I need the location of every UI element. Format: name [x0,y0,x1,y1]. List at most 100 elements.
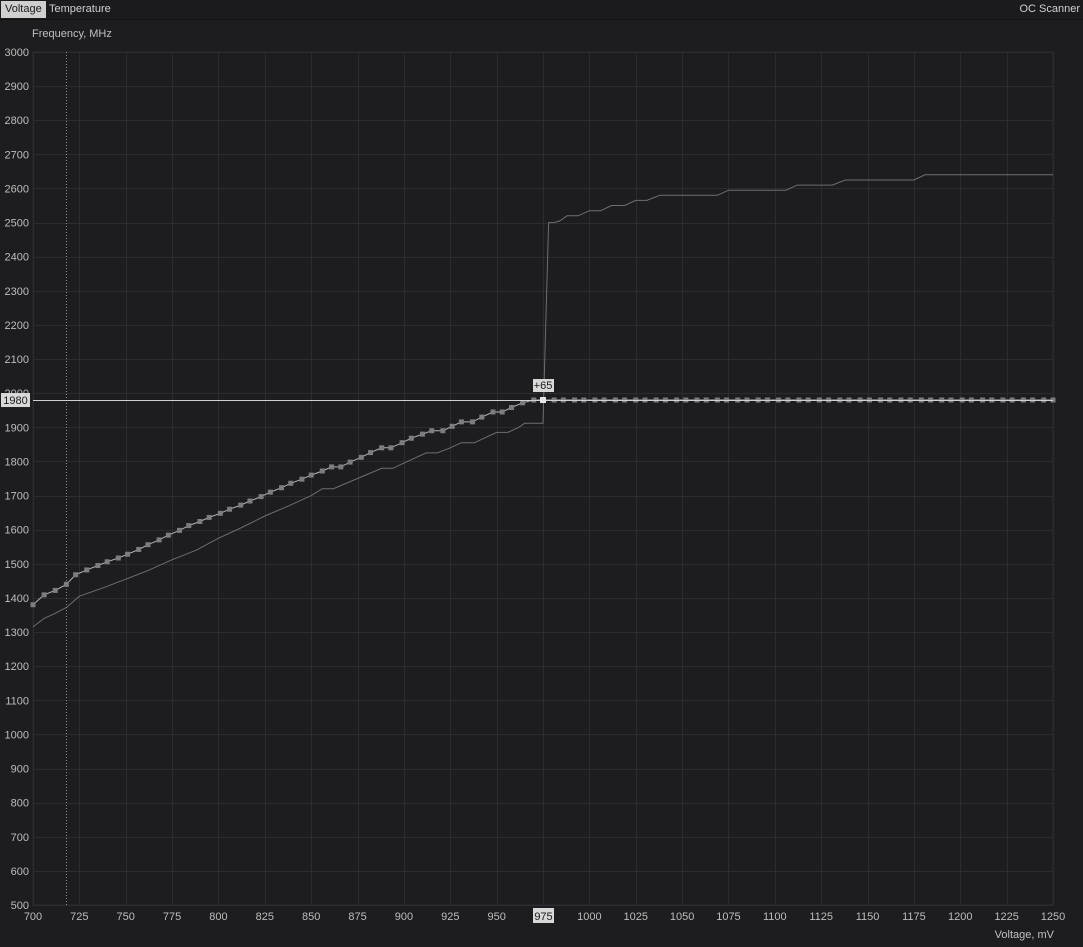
voltage-frequency-curve-chart[interactable]: 5006007008009001000110012001300140015001… [0,0,1083,947]
curve-point [429,428,435,434]
x-tick-label: 1000 [577,911,601,923]
curve-point [308,472,314,478]
curve-point [30,602,36,608]
x-tick-label: 875 [348,911,366,923]
curve-point [258,494,264,500]
x-tick-label: 900 [395,911,413,923]
curve-point [458,419,464,425]
curve-point [499,409,505,415]
x-tick-label: 1075 [716,911,740,923]
curve-point [156,537,162,543]
curve-point [186,523,192,529]
curve-point [358,454,364,460]
selected-voltage-label: 975 [534,911,552,923]
y-tick-label: 2200 [5,320,29,332]
selection-overlay: +65 1980 975 [1,52,1053,923]
y-tick-label: 600 [11,866,29,878]
curve-point [479,414,485,420]
curve-point [206,514,212,520]
y-tick-label: 900 [11,764,29,776]
curve-point [165,532,171,538]
x-tick-label: 1025 [623,911,647,923]
x-tick-label: 725 [70,911,88,923]
x-tick-label: 825 [256,911,274,923]
curve-point [104,559,110,565]
y-tick-label: 700 [11,832,29,844]
y-tick-label: 1000 [5,729,29,741]
curve-point [217,510,223,516]
curve-point [227,506,233,512]
y-tick-label: 1700 [5,491,29,503]
curve-point [115,555,121,561]
x-tick-label: 1150 [856,911,880,923]
curve-point [177,527,183,533]
x-tick-label: 1250 [1041,911,1065,923]
x-tick-label: 1125 [809,911,833,923]
x-tick-label: 1200 [948,911,972,923]
x-tick-label: 775 [163,911,181,923]
x-tick-label: 1100 [763,911,787,923]
curve-point [267,489,273,495]
curve-point [470,419,476,425]
x-tick-label: 750 [117,911,135,923]
curve-point [379,445,385,451]
curve-point [347,459,353,465]
y-tick-label: 1400 [5,593,29,605]
y-tick-label: 1500 [5,559,29,571]
curve-point [408,435,414,441]
y-tick-label: 2500 [5,218,29,230]
x-tick-label: 1050 [670,911,694,923]
curve-point [197,518,203,524]
y-tick-label: 2700 [5,149,29,161]
y-tick-label: 2400 [5,252,29,264]
y-tick-label: 1900 [5,422,29,434]
curve-point [41,592,47,598]
y-tick-label: 2800 [5,115,29,127]
curve-point [368,450,374,456]
curve-point [388,445,394,451]
y-tick-label: 800 [11,798,29,810]
curve-point [84,567,90,573]
y-tick-label: 1200 [5,661,29,673]
x-tick-label: 1225 [994,911,1018,923]
curve-point [288,480,294,486]
selected-curve-point [540,397,546,404]
curve-point [508,405,514,411]
curve-point [52,587,58,593]
curve-point [279,485,285,491]
y-tick-label: 1800 [5,456,29,468]
curve-point [449,423,455,429]
curve-point [73,572,79,578]
curve-point [145,542,151,548]
curve-point [329,464,335,470]
x-tick-label: 700 [24,911,42,923]
x-tick-label: 950 [487,911,505,923]
x-tick-label: 850 [302,911,320,923]
x-tick-label: 925 [441,911,459,923]
y-axis-ticks: 5006007008009001000110012001300140015001… [5,47,29,912]
y-tick-label: 2900 [5,81,29,93]
x-tick-label: 800 [209,911,227,923]
curve-point [399,440,405,446]
x-tick-label: 1175 [902,911,926,923]
offset-label: +65 [534,380,553,392]
curve-point [125,551,131,557]
curve-point [490,409,496,415]
y-tick-label: 1600 [5,525,29,537]
curve-point [247,498,253,504]
curve-point [95,563,101,569]
curve-point [136,546,142,552]
curve-point [238,502,244,508]
y-tick-label: 2300 [5,286,29,298]
y-tick-label: 3000 [5,47,29,59]
y-tick-label: 1100 [5,695,29,707]
curve-point [520,400,526,406]
selected-frequency-label: 1980 [3,395,27,407]
curve-point [440,428,446,434]
curve-point [338,464,344,470]
y-tick-label: 2100 [5,354,29,366]
y-tick-label: 1300 [5,627,29,639]
y-tick-label: 2600 [5,183,29,195]
curve-point [319,468,325,474]
curve-point [299,476,305,482]
